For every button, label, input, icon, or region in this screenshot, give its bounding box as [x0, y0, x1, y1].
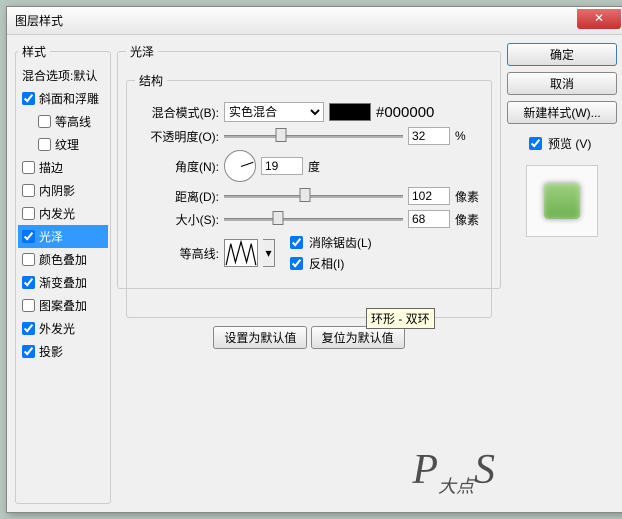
style-item-label: 图案叠加: [39, 297, 87, 314]
style-item[interactable]: 混合选项:默认: [18, 64, 108, 87]
preview-checkbox[interactable]: 预览 (V): [525, 134, 591, 153]
preview-thumbnail: [526, 165, 598, 237]
distance-slider[interactable]: [224, 187, 403, 205]
style-item[interactable]: 渐变叠加: [18, 271, 108, 294]
angle-label: 角度(N):: [135, 158, 219, 175]
style-item-checkbox[interactable]: [22, 299, 35, 312]
style-item-checkbox[interactable]: [38, 138, 51, 151]
styles-panel: 样式 混合选项:默认斜面和浮雕等高线纹理描边内阴影内发光光泽颜色叠加渐变叠加图案…: [15, 43, 111, 504]
watermark: P大点S: [412, 446, 495, 498]
satin-group: 光泽 结构 混合模式(B): 实色混合 #000000 不透明度(O):: [117, 43, 501, 289]
style-item[interactable]: 斜面和浮雕: [18, 87, 108, 110]
style-item-label: 渐变叠加: [39, 274, 87, 291]
antialias-checkbox[interactable]: 消除锯齿(L): [286, 233, 372, 252]
new-style-button[interactable]: 新建样式(W)...: [507, 101, 617, 124]
style-item-label: 外发光: [39, 320, 75, 337]
style-item[interactable]: 内发光: [18, 202, 108, 225]
style-item-label: 纹理: [55, 136, 79, 153]
size-label: 大小(S):: [135, 211, 219, 228]
invert-checkbox[interactable]: 反相(I): [286, 254, 372, 273]
contour-picker[interactable]: [224, 239, 258, 267]
ok-button[interactable]: 确定: [507, 43, 617, 66]
opacity-slider[interactable]: [224, 127, 403, 145]
distance-input[interactable]: [408, 187, 450, 205]
style-item-checkbox[interactable]: [22, 207, 35, 220]
style-item-label: 光泽: [39, 228, 63, 245]
style-item-label: 内发光: [39, 205, 75, 222]
color-swatch[interactable]: [329, 103, 371, 121]
style-item[interactable]: 内阴影: [18, 179, 108, 202]
style-item-checkbox[interactable]: [22, 276, 35, 289]
angle-input[interactable]: [261, 157, 303, 175]
style-item-label: 投影: [39, 343, 63, 360]
structure-title: 结构: [135, 72, 167, 89]
style-item[interactable]: 描边: [18, 156, 108, 179]
style-item-label: 描边: [39, 159, 63, 176]
style-item-checkbox[interactable]: [22, 184, 35, 197]
style-item-label: 内阴影: [39, 182, 75, 199]
style-item-label: 颜色叠加: [39, 251, 87, 268]
style-item[interactable]: 颜色叠加: [18, 248, 108, 271]
distance-label: 距离(D):: [135, 188, 219, 205]
style-item-label: 等高线: [55, 113, 91, 130]
distance-unit: 像素: [455, 188, 483, 205]
style-item-checkbox[interactable]: [22, 92, 35, 105]
style-item[interactable]: 外发光: [18, 317, 108, 340]
blend-mode-select[interactable]: 实色混合: [224, 102, 324, 122]
style-item[interactable]: 纹理: [18, 133, 108, 156]
blend-mode-label: 混合模式(B):: [135, 104, 219, 121]
close-button[interactable]: ✕: [577, 9, 621, 29]
angle-unit: 度: [308, 158, 336, 175]
style-item-checkbox[interactable]: [22, 322, 35, 335]
opacity-unit: %: [455, 129, 483, 143]
opacity-label: 不透明度(O):: [135, 128, 219, 145]
make-default-button[interactable]: 设置为默认值: [213, 326, 307, 349]
style-item[interactable]: 图案叠加: [18, 294, 108, 317]
opacity-input[interactable]: [408, 127, 450, 145]
size-slider[interactable]: [224, 210, 403, 228]
contour-dropdown[interactable]: ▾: [263, 239, 275, 267]
angle-dial[interactable]: [224, 150, 256, 182]
style-item-checkbox[interactable]: [22, 345, 35, 358]
window-title: 图层样式: [15, 12, 577, 29]
titlebar: 图层样式 ✕: [7, 7, 622, 35]
style-item[interactable]: 投影: [18, 340, 108, 363]
cancel-button[interactable]: 取消: [507, 72, 617, 95]
style-item[interactable]: 等高线: [18, 110, 108, 133]
contour-label: 等高线:: [135, 245, 219, 262]
style-item-checkbox[interactable]: [38, 115, 51, 128]
structure-group: 结构 混合模式(B): 实色混合 #000000 不透明度(O): %: [126, 72, 492, 318]
reset-default-button[interactable]: 复位为默认值: [311, 326, 405, 349]
styles-header: 样式: [18, 43, 50, 60]
satin-group-title: 光泽: [126, 43, 158, 60]
contour-tooltip: 环形 - 双环: [366, 308, 435, 329]
style-item-label: 斜面和浮雕: [39, 90, 99, 107]
size-unit: 像素: [455, 211, 483, 228]
size-input[interactable]: [408, 210, 450, 228]
color-hex: #000000: [376, 104, 434, 121]
style-item-checkbox[interactable]: [22, 161, 35, 174]
style-item-label: 混合选项:默认: [22, 67, 97, 84]
style-item-checkbox[interactable]: [22, 230, 35, 243]
style-item[interactable]: 光泽: [18, 225, 108, 248]
style-item-checkbox[interactable]: [22, 253, 35, 266]
